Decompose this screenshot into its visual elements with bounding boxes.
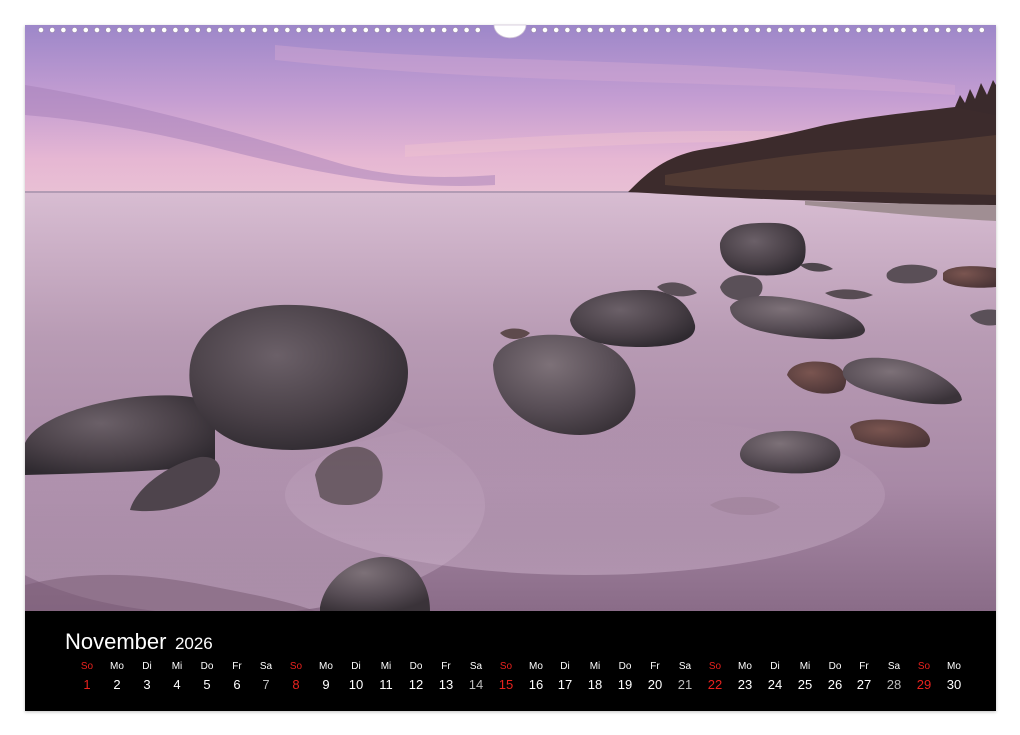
day-cell: Fr 6 <box>227 661 247 693</box>
weekday-label: So <box>499 661 513 672</box>
day-cell: Di 3 <box>137 661 157 693</box>
day-cell: So 15 <box>496 661 516 693</box>
day-cell: Fr 13 <box>436 661 456 693</box>
day-number: 9 <box>322 677 330 692</box>
weekday-label: Fr <box>650 661 660 672</box>
day-cell: Do 12 <box>406 661 426 693</box>
weekday-label: Mi <box>589 661 601 672</box>
day-cell: Sa 28 <box>884 661 904 693</box>
day-cell: Mo 9 <box>316 661 336 693</box>
day-number: 11 <box>379 677 393 692</box>
weekday-label: Fr <box>232 661 242 672</box>
day-number: 24 <box>767 677 783 692</box>
day-number: 4 <box>173 677 181 692</box>
day-cell: Do 5 <box>197 661 217 693</box>
day-row: So 1 Mo 2 Di 3 Mi 4 Do 5 Fr 6 Sa 7 So 8 Mo 9 Di 10 Mi 11 Do 12 F… <box>77 661 961 701</box>
calendar-page: November 2026 So 1 Mo 2 Di 3 Mi 4 Do 5 Fr 6 Sa 7 So 8 Mo… <box>25 25 996 711</box>
day-number: 21 <box>677 677 693 692</box>
day-cell: So 1 <box>77 661 97 693</box>
day-number: 28 <box>886 677 902 692</box>
weekday-label: Sa <box>887 661 901 672</box>
weekday-label: Mi <box>171 661 183 672</box>
month-name: November <box>65 629 167 654</box>
day-number: 13 <box>438 677 454 692</box>
day-number: 3 <box>143 677 151 692</box>
weekday-label: Di <box>770 661 780 672</box>
day-cell: So 22 <box>705 661 725 693</box>
day-number: 17 <box>557 677 573 692</box>
weekday-label: Mi <box>380 661 392 672</box>
day-number: 20 <box>647 677 663 692</box>
day-number: 29 <box>916 677 932 692</box>
day-number: 15 <box>498 677 514 692</box>
weekday-label: Sa <box>259 661 273 672</box>
day-number: 18 <box>587 677 603 692</box>
day-number: 6 <box>233 677 241 692</box>
weekday-label: Do <box>409 661 423 672</box>
day-number: 26 <box>827 677 843 692</box>
day-number: 16 <box>528 677 544 692</box>
weekday-label: Fr <box>441 661 451 672</box>
day-cell: So 29 <box>914 661 934 693</box>
weekday-label: Sa <box>678 661 692 672</box>
weekday-label: So <box>708 661 722 672</box>
weekday-label: Mo <box>738 661 752 672</box>
weekday-label: Mi <box>799 661 811 672</box>
weekday-label: Mo <box>110 661 124 672</box>
day-number: 2 <box>113 677 121 692</box>
day-cell: Do 19 <box>615 661 635 693</box>
day-cell: So 8 <box>286 661 306 693</box>
weekday-label: Do <box>618 661 632 672</box>
day-number: 5 <box>203 677 211 692</box>
weekday-label: Di <box>351 661 361 672</box>
day-number: 8 <box>292 677 300 692</box>
day-cell: Mi 18 <box>585 661 605 693</box>
day-number: 7 <box>262 677 270 692</box>
weekday-label: Mo <box>947 661 961 672</box>
day-cell: Di 17 <box>555 661 575 693</box>
day-number: 1 <box>83 677 91 692</box>
day-number: 10 <box>348 677 364 692</box>
day-cell: Mi 11 <box>376 661 396 693</box>
day-number: 19 <box>617 677 633 692</box>
weekday-label: Do <box>828 661 842 672</box>
month-title: November 2026 <box>65 629 213 655</box>
weekday-label: So <box>917 661 931 672</box>
day-cell: Sa 14 <box>466 661 486 693</box>
coast-photo <box>25 25 996 611</box>
weekday-label: So <box>80 661 94 672</box>
weekday-label: Mo <box>529 661 543 672</box>
day-number: 30 <box>946 677 962 692</box>
weekday-label: Sa <box>469 661 483 672</box>
day-number: 22 <box>707 677 723 692</box>
weekday-label: Di <box>560 661 570 672</box>
day-cell: Fr 20 <box>645 661 665 693</box>
day-cell: Fr 27 <box>854 661 874 693</box>
day-cell: Do 26 <box>825 661 845 693</box>
weekday-label: Fr <box>859 661 869 672</box>
day-cell: Sa 7 <box>256 661 276 693</box>
weekday-label: Di <box>142 661 152 672</box>
day-cell: Di 10 <box>346 661 366 693</box>
weekday-label: Do <box>200 661 214 672</box>
weekday-label: So <box>289 661 303 672</box>
weekday-label: Mo <box>319 661 333 672</box>
day-number: 14 <box>468 677 484 692</box>
day-number: 12 <box>408 677 424 692</box>
day-number: 23 <box>737 677 753 692</box>
day-cell: Mo 2 <box>107 661 127 693</box>
day-number: 25 <box>797 677 813 692</box>
calendar-strip: November 2026 So 1 Mo 2 Di 3 Mi 4 Do 5 Fr 6 Sa 7 So 8 Mo… <box>25 611 996 711</box>
day-cell: Sa 21 <box>675 661 695 693</box>
day-cell: Mi 4 <box>167 661 187 693</box>
year: 2026 <box>174 634 213 653</box>
day-cell: Mi 25 <box>795 661 815 693</box>
day-cell: Mo 16 <box>526 661 546 693</box>
day-cell: Di 24 <box>765 661 785 693</box>
day-cell: Mo 30 <box>944 661 964 693</box>
day-number: 27 <box>856 677 872 692</box>
day-cell: Mo 23 <box>735 661 755 693</box>
